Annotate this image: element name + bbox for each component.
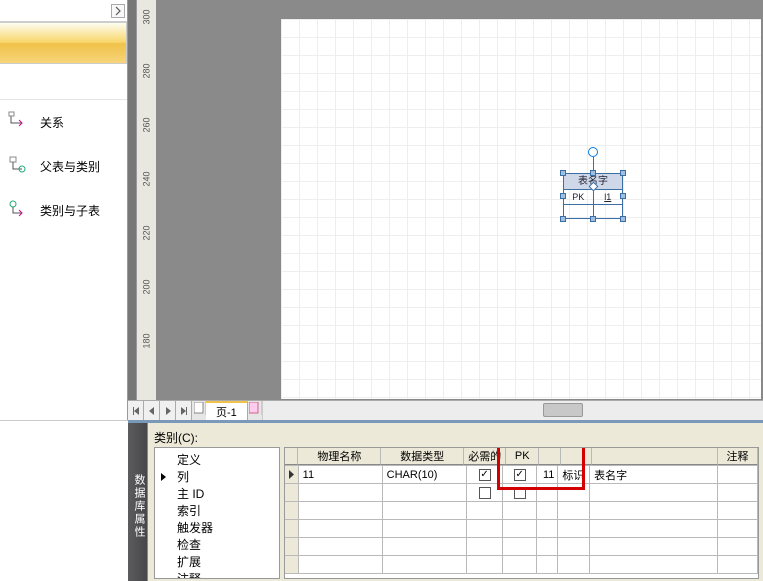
- col-header-physical-name[interactable]: 物理名称: [298, 448, 381, 465]
- stencil-item-parent-category[interactable]: 父表与类别: [0, 144, 127, 188]
- resize-handle[interactable]: [620, 193, 626, 199]
- vertical-ruler: 300 280 260 240 220 200 180: [128, 0, 156, 400]
- selected-stencil-header[interactable]: [0, 22, 127, 64]
- ruler-mark: 180: [142, 332, 152, 351]
- checkbox-required[interactable]: [479, 469, 491, 481]
- drawing-page[interactable]: 表名字 PK l1: [280, 18, 762, 400]
- tree-item-index[interactable]: 索引: [157, 503, 277, 520]
- prev-page-button[interactable]: [144, 401, 160, 420]
- cell-ref: 表名字: [590, 466, 718, 483]
- tree-item-columns[interactable]: 列: [157, 469, 277, 486]
- stencil-item-label: 类别与子表: [40, 202, 100, 219]
- tree-item-trigger[interactable]: 触发器: [157, 520, 277, 537]
- expand-stencil-button[interactable]: [111, 4, 125, 18]
- ruler-mark: 280: [142, 62, 152, 81]
- resize-handle[interactable]: [620, 170, 626, 176]
- col-header-num: [539, 448, 560, 465]
- checkbox-pk[interactable]: [514, 469, 526, 481]
- table-row[interactable]: [285, 538, 758, 556]
- checkbox-pk[interactable]: [514, 487, 526, 499]
- first-page-button[interactable]: [128, 401, 144, 420]
- col-header-comment[interactable]: 注释: [718, 448, 758, 465]
- resize-handle[interactable]: [560, 193, 566, 199]
- resize-handle[interactable]: [560, 216, 566, 222]
- parent-category-icon: [8, 155, 30, 177]
- row-pointer-icon: [288, 470, 295, 479]
- entity-body[interactable]: 表名字 PK l1: [563, 173, 623, 219]
- cell-required[interactable]: [467, 466, 504, 483]
- stencil-panel: 关系 父表与类别 类别与子表: [0, 0, 128, 420]
- table-row[interactable]: [285, 520, 758, 538]
- col-header-required[interactable]: 必需的: [464, 448, 506, 465]
- entity-cell-pk: PK: [564, 190, 593, 204]
- stencil-item-relation[interactable]: 关系: [0, 100, 127, 144]
- page-tab-1[interactable]: 页-1: [206, 401, 248, 420]
- grid-header-row: 物理名称 数据类型 必需的 PK 注释: [285, 448, 758, 466]
- properties-side-tab[interactable]: 数据库属性: [128, 423, 148, 581]
- category-tree[interactable]: 定义 列 主 ID 索引 触发器 检查 扩展 注释: [154, 447, 280, 579]
- entity-cell-name: l1: [594, 190, 623, 204]
- cell-comment[interactable]: [718, 466, 758, 483]
- cell-pk[interactable]: [503, 466, 536, 483]
- stencil-item-category-child[interactable]: 类别与子表: [0, 188, 127, 232]
- category-child-icon: [8, 199, 30, 221]
- rotation-stem: [593, 157, 594, 171]
- stencil-lower-area: [0, 420, 128, 581]
- last-page-button[interactable]: [176, 401, 192, 420]
- ruler-mark: 260: [142, 116, 152, 135]
- row-selector[interactable]: [285, 484, 299, 501]
- tree-item-extend[interactable]: 扩展: [157, 554, 277, 571]
- col-header-pk[interactable]: PK: [506, 448, 539, 465]
- cell-num: 11: [537, 466, 558, 483]
- resize-handle[interactable]: [620, 216, 626, 222]
- ruler-mark: 200: [142, 278, 152, 297]
- horizontal-scrollbar[interactable]: [262, 401, 763, 420]
- scrollbar-thumb[interactable]: [543, 403, 583, 417]
- resize-handle[interactable]: [560, 170, 566, 176]
- stencil-item-label: 关系: [40, 114, 64, 131]
- page-tab-bar: 页-1: [128, 400, 763, 420]
- tree-item-check[interactable]: 检查: [157, 537, 277, 554]
- new-page-icon[interactable]: [248, 401, 262, 415]
- ruler-mark: 300: [142, 8, 152, 27]
- table-row[interactable]: [285, 484, 758, 502]
- stencil-header: [0, 0, 127, 22]
- table-row[interactable]: 11 CHAR(10) 11 标识 表名字: [285, 466, 758, 484]
- cell-data-type[interactable]: CHAR(10): [383, 466, 467, 483]
- page-icon: [192, 401, 206, 415]
- table-row[interactable]: [285, 556, 758, 574]
- stencil-item-label: 父表与类别: [40, 158, 100, 175]
- resize-handle[interactable]: [590, 170, 596, 176]
- row-selector-header: [285, 448, 298, 465]
- chevron-right-icon: [113, 6, 123, 16]
- cell-physical-name[interactable]: 11: [299, 466, 383, 483]
- ruler-mark: 240: [142, 170, 152, 189]
- database-properties-panel: 数据库属性 类别(C): 定义 列 主 ID 索引 触发器 检查 扩展 注释 物…: [128, 420, 763, 581]
- stencil-divider: [0, 64, 127, 100]
- col-header-data-type[interactable]: 数据类型: [381, 448, 464, 465]
- col-header-ref: [592, 448, 718, 465]
- row-selector[interactable]: [285, 466, 299, 483]
- category-label: 类别(C):: [154, 429, 198, 446]
- cell-ident: 标识: [558, 466, 590, 483]
- tree-item-definition[interactable]: 定义: [157, 452, 277, 469]
- entity-shape[interactable]: 表名字 PK l1: [563, 147, 623, 203]
- next-page-button[interactable]: [160, 401, 176, 420]
- tree-item-notes[interactable]: 注释: [157, 571, 277, 579]
- resize-handle[interactable]: [590, 216, 596, 222]
- checkbox-required[interactable]: [479, 487, 491, 499]
- rotation-handle[interactable]: [588, 147, 598, 157]
- tree-item-primary-id[interactable]: 主 ID: [157, 486, 277, 503]
- relation-icon: [8, 111, 30, 133]
- columns-grid[interactable]: 物理名称 数据类型 必需的 PK 注释 11 CHAR(10) 11 标识 表名…: [284, 447, 759, 579]
- col-header-ident: [561, 448, 592, 465]
- app-root: 关系 父表与类别 类别与子表 300 280 260 240 220 200 1…: [0, 0, 763, 581]
- page-tab-label: 页-1: [216, 404, 237, 420]
- drawing-canvas-viewport[interactable]: 表名字 PK l1: [156, 0, 763, 400]
- table-row[interactable]: [285, 502, 758, 520]
- ruler-mark: 220: [142, 224, 152, 243]
